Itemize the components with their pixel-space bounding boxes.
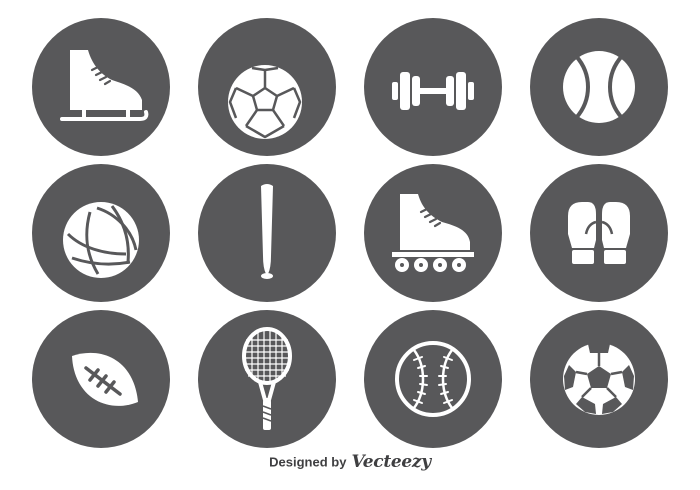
volleyball-icon	[32, 164, 170, 302]
credit-prefix: Designed by	[269, 454, 347, 470]
vecteezy-logo[interactable]: Vecteezy	[351, 452, 431, 472]
tennis-racket-icon	[198, 310, 336, 448]
sports-icon-grid	[0, 0, 700, 448]
baseball-icon	[364, 310, 502, 448]
dumbbell-icon	[364, 18, 502, 156]
tennis-ball-icon	[530, 18, 668, 156]
soccer-ball-icon	[530, 310, 668, 448]
ice-skate-icon	[32, 18, 170, 156]
designer-credit: Designed by Vecteezy	[0, 452, 700, 472]
american-football-icon	[32, 310, 170, 448]
boxing-gloves-icon	[530, 164, 668, 302]
baseball-bat-icon	[198, 164, 336, 302]
roller-skate-icon	[364, 164, 502, 302]
handball-icon	[198, 18, 336, 156]
